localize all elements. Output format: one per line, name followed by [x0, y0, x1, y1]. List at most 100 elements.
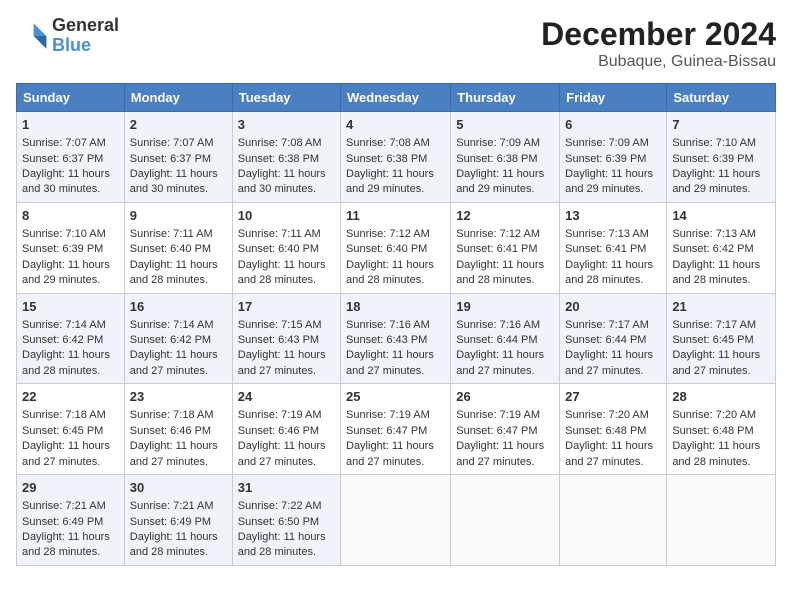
- sunrise: Sunrise: 7:12 AM: [346, 228, 430, 240]
- daylight: Daylight: 11 hours and 27 minutes.: [456, 440, 544, 467]
- daylight: Daylight: 11 hours and 28 minutes.: [22, 349, 110, 376]
- day-number: 14: [672, 207, 770, 225]
- week-row-5: 29 Sunrise: 7:21 AM Sunset: 6:49 PM Dayligh…: [17, 475, 776, 566]
- day-number: 2: [130, 116, 227, 134]
- calendar-cell: 31Sunrise: 7:22 AMSunset: 6:50 PMDayligh…: [232, 475, 340, 566]
- sunset: Sunset: 6:37 PM: [22, 153, 103, 165]
- daylight: Daylight: 11 hours and 29 minutes.: [672, 168, 760, 195]
- logo-line1: General: [52, 16, 119, 36]
- day-number: 10: [238, 207, 335, 225]
- daylight: Daylight: 11 hours and 30 minutes.: [22, 168, 110, 195]
- day-number: 12: [456, 207, 554, 225]
- sunrise: Sunrise: 7:21 AM: [130, 500, 214, 512]
- sunrise: Sunrise: 7:12 AM: [456, 228, 540, 240]
- sunset: Sunset: 6:39 PM: [22, 243, 103, 255]
- calendar-cell: 13Sunrise: 7:13 AMSunset: 6:41 PMDayligh…: [560, 202, 667, 293]
- day-number: 20: [565, 298, 661, 316]
- calendar-cell: 19Sunrise: 7:16 AMSunset: 6:44 PMDayligh…: [451, 293, 560, 384]
- day-header-monday: Monday: [124, 84, 232, 112]
- day-number: 26: [456, 388, 554, 406]
- sunrise: Sunrise: 7:11 AM: [238, 228, 321, 240]
- daylight: Daylight: 11 hours and 29 minutes.: [346, 168, 434, 195]
- calendar-cell: 24Sunrise: 7:19 AMSunset: 6:46 PMDayligh…: [232, 384, 340, 475]
- sunset: Sunset: 6:44 PM: [456, 334, 537, 346]
- sunset: Sunset: 6:49 PM: [130, 516, 211, 528]
- sunset: Sunset: 6:42 PM: [672, 243, 753, 255]
- calendar-cell: 11Sunrise: 7:12 AMSunset: 6:40 PMDayligh…: [341, 202, 451, 293]
- day-number: 28: [672, 388, 770, 406]
- page-header: General Blue December 2024 Bubaque, Guin…: [16, 16, 776, 71]
- calendar-cell: 28Sunrise: 7:20 AMSunset: 6:48 PMDayligh…: [667, 384, 776, 475]
- calendar-cell: 12Sunrise: 7:12 AMSunset: 6:41 PMDayligh…: [451, 202, 560, 293]
- sunrise: Sunrise: 7:15 AM: [238, 319, 322, 331]
- calendar-cell: 5Sunrise: 7:09 AMSunset: 6:38 PMDaylight…: [451, 112, 560, 203]
- daylight: Daylight: 11 hours and 27 minutes.: [130, 349, 218, 376]
- sunrise: Sunrise: 7:09 AM: [565, 137, 649, 149]
- calendar-title: December 2024: [541, 16, 776, 53]
- day-number: 7: [672, 116, 770, 134]
- day-number: 29: [22, 479, 119, 497]
- calendar-cell: [341, 475, 451, 566]
- day-number: 25: [346, 388, 445, 406]
- sunrise: Sunrise: 7:14 AM: [22, 319, 106, 331]
- day-number: 8: [22, 207, 119, 225]
- day-number: 16: [130, 298, 227, 316]
- calendar-cell: 4Sunrise: 7:08 AMSunset: 6:38 PMDaylight…: [341, 112, 451, 203]
- calendar-table: SundayMondayTuesdayWednesdayThursdayFrid…: [16, 83, 776, 566]
- day-number: 18: [346, 298, 445, 316]
- sunset: Sunset: 6:37 PM: [130, 153, 211, 165]
- sunset: Sunset: 6:47 PM: [346, 425, 427, 437]
- daylight: Daylight: 11 hours and 29 minutes.: [22, 259, 110, 286]
- sunrise: Sunrise: 7:14 AM: [130, 319, 214, 331]
- sunset: Sunset: 6:40 PM: [346, 243, 427, 255]
- day-header-wednesday: Wednesday: [341, 84, 451, 112]
- day-number: 27: [565, 388, 661, 406]
- daylight: Daylight: 11 hours and 28 minutes.: [238, 259, 326, 286]
- sunset: Sunset: 6:49 PM: [22, 516, 103, 528]
- day-number: 11: [346, 207, 445, 225]
- day-number: 9: [130, 207, 227, 225]
- day-number: 31: [238, 479, 335, 497]
- sunrise: Sunrise: 7:11 AM: [130, 228, 213, 240]
- sunrise: Sunrise: 7:17 AM: [565, 319, 649, 331]
- sunrise: Sunrise: 7:18 AM: [22, 409, 106, 421]
- sunrise: Sunrise: 7:16 AM: [346, 319, 430, 331]
- calendar-cell: 27Sunrise: 7:20 AMSunset: 6:48 PMDayligh…: [560, 384, 667, 475]
- sunset: Sunset: 6:40 PM: [238, 243, 319, 255]
- sunset: Sunset: 6:50 PM: [238, 516, 319, 528]
- calendar-cell: 9Sunrise: 7:11 AMSunset: 6:40 PMDaylight…: [124, 202, 232, 293]
- daylight: Daylight: 11 hours and 27 minutes.: [346, 349, 434, 376]
- calendar-cell: 17Sunrise: 7:15 AMSunset: 6:43 PMDayligh…: [232, 293, 340, 384]
- week-row-2: 8 Sunrise: 7:10 AM Sunset: 6:39 PM Daylight…: [17, 202, 776, 293]
- sunset: Sunset: 6:42 PM: [22, 334, 103, 346]
- day-header-thursday: Thursday: [451, 84, 560, 112]
- daylight: Daylight: 11 hours and 28 minutes.: [456, 259, 544, 286]
- sunset: Sunset: 6:43 PM: [238, 334, 319, 346]
- calendar-cell: [667, 475, 776, 566]
- day-number: 22: [22, 388, 119, 406]
- week-row-4: 22Sunrise: 7:18 AMSunset: 6:45 PMDayligh…: [17, 384, 776, 475]
- daylight: Daylight: 11 hours and 28 minutes.: [130, 259, 218, 286]
- sunrise: Sunrise: 7:08 AM: [238, 137, 322, 149]
- daylight: Daylight: 11 hours and 27 minutes.: [22, 440, 110, 467]
- calendar-cell: 21Sunrise: 7:17 AMSunset: 6:45 PMDayligh…: [667, 293, 776, 384]
- sunrise: Sunrise: 7:08 AM: [346, 137, 430, 149]
- day-number: 24: [238, 388, 335, 406]
- day-number: 19: [456, 298, 554, 316]
- logo-icon: [16, 20, 48, 52]
- daylight: Daylight: 11 hours and 28 minutes.: [130, 531, 218, 558]
- day-number: 13: [565, 207, 661, 225]
- daylight: Daylight: 11 hours and 27 minutes.: [130, 440, 218, 467]
- calendar-cell: 16Sunrise: 7:14 AMSunset: 6:42 PMDayligh…: [124, 293, 232, 384]
- sunset: Sunset: 6:48 PM: [565, 425, 646, 437]
- sunset: Sunset: 6:45 PM: [672, 334, 753, 346]
- daylight: Daylight: 11 hours and 28 minutes.: [22, 531, 110, 558]
- sunrise: Sunrise: 7:19 AM: [346, 409, 430, 421]
- logo-line2: Blue: [52, 36, 119, 56]
- sunrise: Sunrise: 7:19 AM: [238, 409, 322, 421]
- day-header-friday: Friday: [560, 84, 667, 112]
- sunset: Sunset: 6:39 PM: [672, 153, 753, 165]
- sunrise: Sunrise: 7:20 AM: [672, 409, 756, 421]
- day-header-tuesday: Tuesday: [232, 84, 340, 112]
- sunrise: Sunrise: 7:10 AM: [22, 228, 106, 240]
